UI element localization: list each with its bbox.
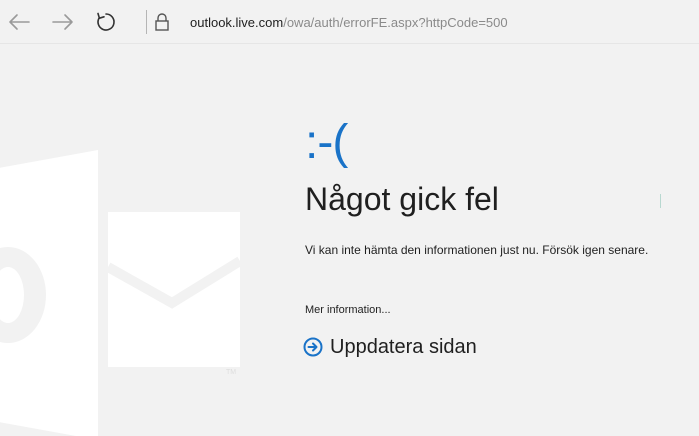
page-title: Något gick fel [305, 181, 499, 217]
address-path: /owa/auth/errorFE.aspx?httpCode=500 [283, 15, 508, 30]
text-cursor [660, 194, 661, 208]
lock-icon [155, 13, 169, 31]
arrow-right-icon [52, 14, 73, 30]
toolbar-separator [146, 10, 147, 34]
sad-emoticon: :-( [305, 116, 348, 169]
circle-arrow-right-icon [303, 337, 323, 357]
forward-button[interactable] [47, 6, 79, 38]
refresh-icon [97, 12, 115, 31]
svg-text:TM: TM [226, 369, 236, 376]
refresh-page-button[interactable]: Uppdatera sidan [303, 334, 477, 360]
more-information-link[interactable]: Mer information... [305, 302, 391, 318]
outlook-logo-icon: TM [0, 150, 243, 436]
refresh-page-label: Uppdatera sidan [330, 336, 477, 358]
error-description: Vi kan inte hämta den informationen just… [305, 243, 649, 257]
address-host: outlook.live.com [190, 15, 284, 30]
refresh-button[interactable] [90, 6, 122, 38]
browser-toolbar: outlook.live.com/owa/auth/errorFE.aspx?h… [0, 0, 699, 44]
error-page: TM :-( Något gick fel Vi kan inte hämta … [0, 45, 699, 436]
address-bar[interactable]: outlook.live.com/owa/auth/errorFE.aspx?h… [190, 13, 508, 33]
arrow-left-icon [9, 14, 30, 30]
back-button[interactable] [3, 6, 35, 38]
browser-window: outlook.live.com/owa/auth/errorFE.aspx?h… [0, 0, 699, 436]
